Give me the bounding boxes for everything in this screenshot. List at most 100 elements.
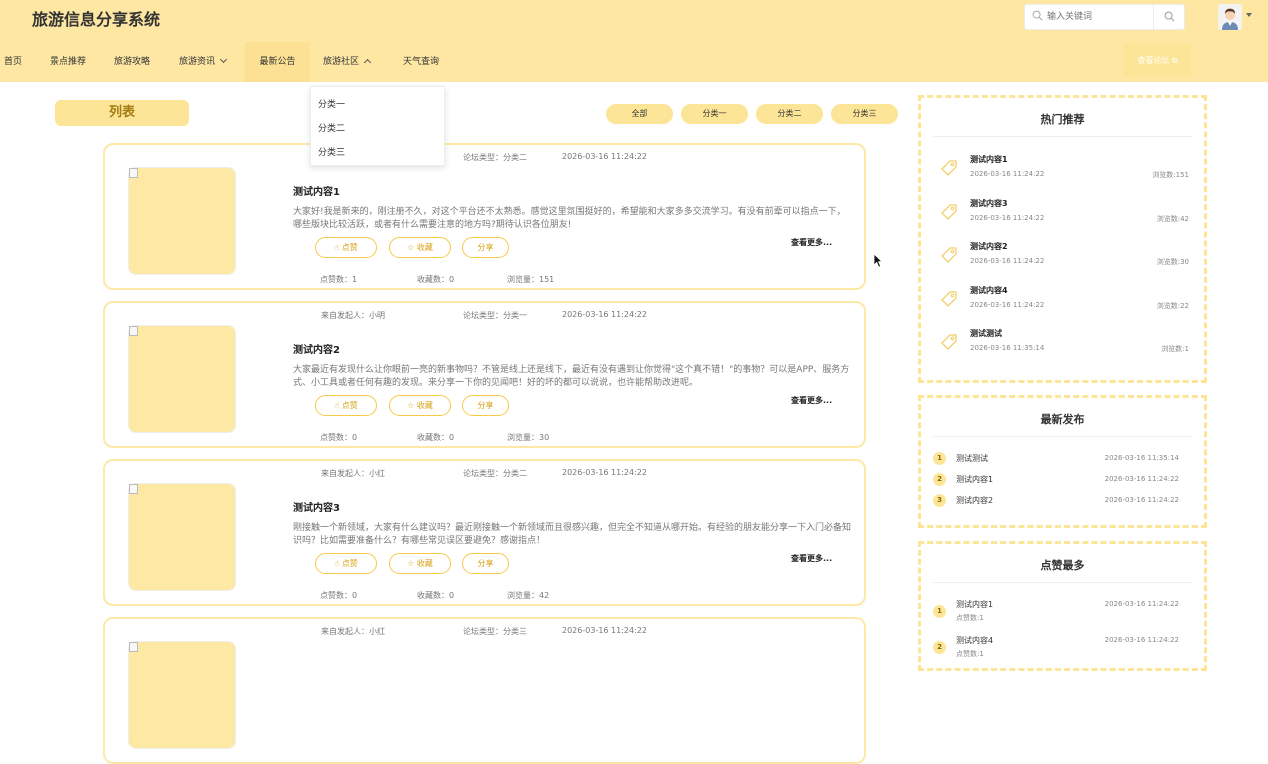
filter-category1-button[interactable]: 分类一 — [681, 104, 748, 124]
hot-item-views: 浏览数:22 — [1156, 302, 1189, 310]
nav-label: 最新公告 — [259, 57, 296, 67]
post-card[interactable]: 来自发起人：小红 论坛类型：分类二 2026-03-16 11:24:22 测试… — [103, 459, 866, 606]
favorite-label: 收藏 — [416, 559, 433, 568]
favorite-button[interactable]: ☆ 收藏 — [389, 395, 451, 416]
hot-item-name: 测试内容1 — [970, 155, 1008, 164]
tag-icon — [941, 334, 957, 350]
hot-recommend-panel: 热门推荐 测试内容1 2026-03-16 11:24:22 浏览数:151 测… — [918, 95, 1207, 383]
post-desc: 大家最近有发现什么让你眼前一亮的新事物吗？不管是线上还是线下，最近有没有遇到让你… — [293, 365, 850, 388]
favorite-button[interactable]: ☆ 收藏 — [389, 553, 451, 574]
hot-item-name: 测试内容2 — [970, 242, 1008, 251]
nav-item-news[interactable]: 旅游资讯 — [179, 42, 228, 82]
hot-item-date: 2026-03-16 11:24:22 — [970, 170, 1045, 178]
like-label: 点赞 — [341, 559, 358, 568]
like-button[interactable]: ☝ 点赞 — [315, 395, 377, 416]
like-button[interactable]: ☝ 点赞 — [315, 553, 377, 574]
share-button[interactable]: 分享 — [462, 395, 509, 416]
dropdown-item[interactable]: 分类一 — [318, 97, 345, 110]
view-forum-button[interactable]: 查看论坛 ⧉ — [1124, 44, 1191, 77]
community-dropdown: 分类一 分类二 分类三 — [310, 86, 445, 166]
latest-item[interactable]: 2 测试内容1 2026-03-16 11:24:22 — [921, 473, 1204, 493]
avatar[interactable] — [1218, 4, 1242, 30]
view-more-link[interactable]: 查看更多... — [791, 395, 832, 406]
rank-badge: 1 — [933, 452, 946, 465]
view-more-link[interactable]: 查看更多... — [791, 237, 832, 248]
most-liked-name: 测试内容4 — [956, 636, 994, 645]
like-count: 点赞数：1 — [320, 275, 358, 284]
thumbs-up-icon: ☝ — [334, 243, 340, 252]
like-label: 点赞 — [341, 401, 358, 410]
share-button[interactable]: 分享 — [462, 553, 509, 574]
filter-all-button[interactable]: 全部 — [606, 104, 673, 124]
most-liked-item[interactable]: 2 测试内容4 2026-03-16 11:24:22 点赞数:1 — [921, 634, 1204, 664]
nav-item-guides[interactable]: 旅游攻略 — [114, 42, 150, 82]
post-title[interactable]: 测试内容2 — [293, 341, 340, 356]
search-button[interactable] — [1153, 5, 1185, 29]
latest-item[interactable]: 3 测试内容2 2026-03-16 11:24:22 — [921, 494, 1204, 514]
like-count: 点赞数：0 — [320, 433, 358, 442]
nav-item-announcements[interactable]: 最新公告 — [245, 42, 310, 82]
search-icon — [1164, 11, 1175, 22]
most-liked-name: 测试内容1 — [956, 600, 994, 609]
post-title[interactable]: 测试内容3 — [293, 499, 340, 514]
most-liked-item[interactable]: 1 测试内容1 2026-03-16 11:24:22 点赞数:1 — [921, 598, 1204, 628]
post-thumbnail[interactable] — [128, 167, 236, 275]
hot-item[interactable]: 测试内容3 2026-03-16 11:24:22 浏览数:42 — [921, 198, 1204, 238]
post-title[interactable]: 测试内容1 — [293, 183, 340, 198]
user-avatar-icon — [1218, 4, 1242, 30]
hot-item[interactable]: 测试内容4 2026-03-16 11:24:22 浏览数:22 — [921, 285, 1204, 325]
post-thumbnail[interactable] — [128, 325, 236, 433]
latest-item-date: 2026-03-16 11:35:14 — [1104, 454, 1179, 462]
like-count: 点赞数：0 — [320, 591, 358, 600]
latest-item-name: 测试内容2 — [956, 496, 994, 505]
hot-item[interactable]: 测试内容1 2026-03-16 11:24:22 浏览数:151 — [921, 154, 1204, 194]
view-count: 浏览量：30 — [507, 433, 550, 442]
like-button[interactable]: ☝ 点赞 — [315, 237, 377, 258]
post-card[interactable]: 来自发起人：小明 论坛类型：分类一 2026-03-16 11:24:22 测试… — [103, 301, 866, 448]
tag-icon — [941, 291, 957, 307]
filter-category3-button[interactable]: 分类三 — [831, 104, 898, 124]
panel-title: 点赞最多 — [1040, 559, 1085, 572]
nav-label: 旅游社区 — [323, 57, 360, 67]
star-icon: ☆ — [407, 243, 415, 252]
tag-icon — [941, 247, 957, 263]
broken-image-icon — [129, 642, 138, 652]
star-icon: ☆ — [407, 401, 415, 410]
post-thumbnail[interactable] — [128, 483, 236, 591]
panel-title: 热门推荐 — [1040, 113, 1085, 126]
chevron-down-icon[interactable] — [1246, 13, 1252, 17]
rank-badge: 3 — [933, 494, 946, 507]
filter-category2-button[interactable]: 分类二 — [756, 104, 823, 124]
broken-image-icon — [129, 168, 138, 178]
dropdown-item[interactable]: 分类二 — [318, 121, 345, 134]
view-more-link[interactable]: 查看更多... — [791, 553, 832, 564]
nav-item-weather[interactable]: 天气查询 — [403, 42, 439, 82]
hot-item[interactable]: 测试内容2 2026-03-16 11:24:22 浏览数:30 — [921, 241, 1204, 281]
favorite-label: 收藏 — [416, 243, 433, 252]
rank-badge: 1 — [933, 605, 946, 618]
post-card[interactable]: 论坛类型：分类二 2026-03-16 11:24:22 测试内容1 大家好!我… — [103, 143, 866, 290]
nav-label: 景点推荐 — [50, 57, 87, 67]
nav-label: 首页 — [4, 57, 23, 67]
share-button[interactable]: 分享 — [462, 237, 509, 258]
site-title: 旅游信息分享系统 — [32, 10, 161, 29]
dropdown-item[interactable]: 分类三 — [318, 145, 345, 158]
hot-item[interactable]: 测试测试 2026-03-16 11:35:14 浏览数:1 — [921, 328, 1204, 368]
panel-title: 最新发布 — [1040, 413, 1085, 426]
rank-badge: 2 — [933, 473, 946, 486]
external-link-icon: ⧉ — [1171, 56, 1178, 65]
post-card[interactable]: 来自发起人：小红 论坛类型：分类三 2026-03-16 11:24:22 — [103, 617, 866, 764]
search-input[interactable] — [1047, 8, 1147, 26]
nav-item-community[interactable]: 旅游社区 — [323, 42, 372, 82]
post-category: 论坛类型：分类二 — [463, 153, 527, 162]
favorite-count: 收藏数：0 — [417, 275, 455, 284]
favorite-button[interactable]: ☆ 收藏 — [389, 237, 451, 258]
chevron-up-icon — [363, 58, 372, 67]
hot-item-date: 2026-03-16 11:24:22 — [970, 257, 1045, 265]
list-title: 列表 — [55, 100, 189, 126]
nav-item-attractions[interactable]: 景点推荐 — [50, 42, 86, 82]
latest-item[interactable]: 1 测试测试 2026-03-16 11:35:14 — [921, 452, 1204, 472]
nav-item-home[interactable]: 首页 — [4, 42, 22, 82]
post-time: 2026-03-16 11:24:22 — [562, 468, 647, 477]
post-thumbnail[interactable] — [128, 641, 236, 749]
